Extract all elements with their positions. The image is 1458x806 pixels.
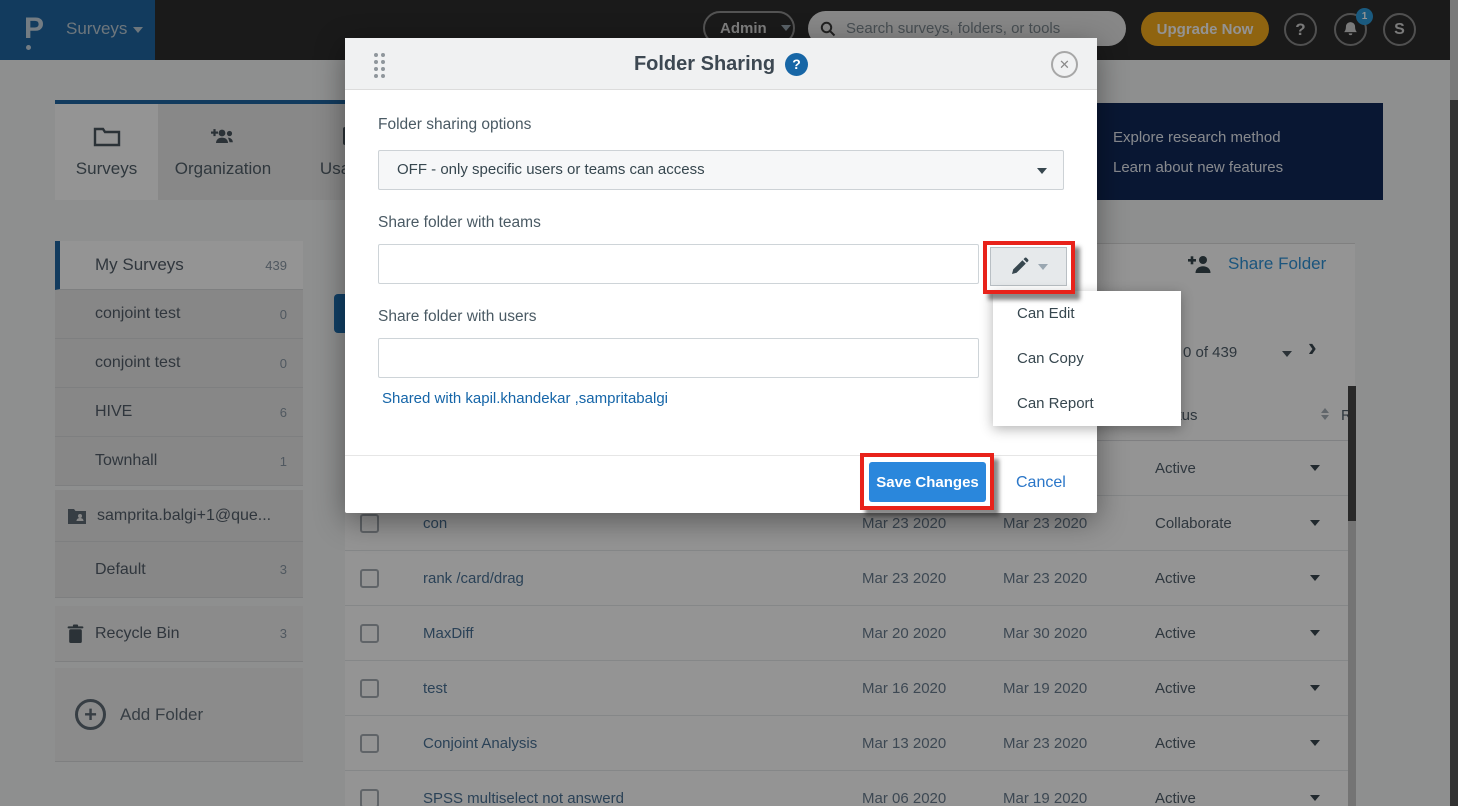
folder-sharing-modal: Folder Sharing ? ✕ Folder sharing option… xyxy=(345,38,1097,513)
sharing-options-select[interactable]: OFF - only specific users or teams can a… xyxy=(378,150,1064,190)
help-icon[interactable]: ? xyxy=(785,53,808,76)
menu-item-can-edit[interactable]: Can Edit xyxy=(993,291,1181,336)
chevron-down-icon xyxy=(1038,264,1048,270)
save-changes-button[interactable]: Save Changes xyxy=(869,462,986,502)
shared-with-note: Shared with kapil.khandekar ,sampritabal… xyxy=(382,390,668,407)
screen: P Surveys Admin Upgrade Now ? 1 S Survey… xyxy=(0,0,1458,806)
chevron-down-icon xyxy=(1037,168,1047,174)
menu-item-can-report[interactable]: Can Report xyxy=(993,381,1181,426)
footer-divider xyxy=(345,455,1097,456)
permissions-button[interactable] xyxy=(990,247,1067,286)
sharing-options-label: Folder sharing options xyxy=(378,116,531,134)
modal-header: Folder Sharing ? ✕ xyxy=(345,38,1097,90)
pencil-icon xyxy=(1009,257,1029,277)
modal-title: Folder Sharing xyxy=(634,53,775,76)
teams-input[interactable] xyxy=(378,244,979,284)
users-label: Share folder with users xyxy=(378,308,537,326)
browser-scrollbar[interactable] xyxy=(1450,0,1458,806)
permissions-menu: Can Edit Can Copy Can Report xyxy=(993,291,1181,426)
scrollbar-thumb[interactable] xyxy=(1450,0,1458,100)
modal-title-wrap: Folder Sharing ? xyxy=(345,38,1097,90)
users-input[interactable] xyxy=(378,338,979,378)
cancel-link[interactable]: Cancel xyxy=(1016,474,1066,492)
menu-item-can-copy[interactable]: Can Copy xyxy=(993,336,1181,381)
close-icon[interactable]: ✕ xyxy=(1051,51,1078,78)
sharing-options-value: OFF - only specific users or teams can a… xyxy=(397,161,705,178)
teams-label: Share folder with teams xyxy=(378,214,541,232)
